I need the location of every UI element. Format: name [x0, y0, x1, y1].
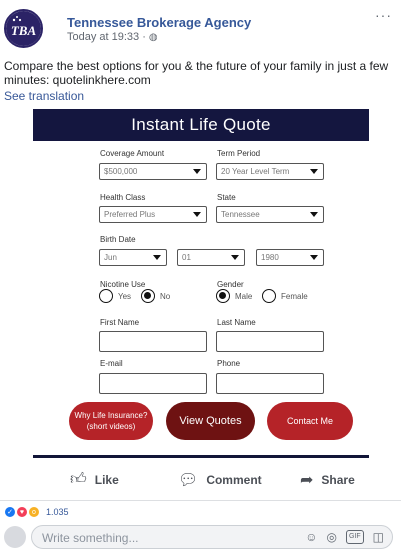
contact-me-button[interactable]: Contact Me — [267, 402, 353, 440]
more-options-button[interactable]: ··· — [375, 7, 392, 23]
love-reaction-icon: ♥ — [16, 506, 28, 518]
first-name-field[interactable] — [99, 331, 207, 352]
reaction-count: 1.035 — [46, 507, 69, 517]
like-reaction-icon: ✓ — [4, 506, 16, 518]
first-name-label: First Name — [100, 318, 140, 327]
comment-label: Comment — [206, 473, 262, 487]
birth-day-value: 01 — [182, 253, 191, 262]
chevron-down-icon — [231, 255, 239, 260]
post-header: TBA Tennessee Brokerage Agency Today at … — [4, 7, 401, 49]
no-label: No — [160, 291, 171, 301]
comment-input[interactable]: Write something... ☺ ◎ GIF ◫ — [31, 525, 393, 549]
tba-logo-icon: TBA — [6, 11, 41, 46]
chevron-down-icon — [310, 255, 318, 260]
comment-icons: ☺ ◎ GIF ◫ — [305, 530, 384, 544]
gender-label: Gender — [217, 280, 244, 289]
phone-field[interactable] — [216, 373, 324, 394]
share-button[interactable]: ➦ Share — [300, 470, 355, 490]
comment-placeholder: Write something... — [42, 531, 139, 545]
last-name-label: Last Name — [217, 318, 256, 327]
comment-icon: 💬︎ — [178, 472, 199, 489]
post-timestamp[interactable]: Today at 19:33 · — [67, 31, 146, 43]
thumbs-up-icon: 👍︎ — [70, 471, 87, 488]
share-label: Share — [321, 473, 355, 487]
globe-icon: ◍ — [148, 31, 158, 43]
nicotine-yes-option[interactable]: Yes — [99, 289, 131, 303]
chevron-down-icon — [153, 255, 161, 260]
page-name-link[interactable]: Tennessee Brokerage Agency — [67, 15, 251, 30]
birth-year-select[interactable]: 1980 — [256, 249, 324, 266]
term-label: Term Period — [217, 149, 261, 158]
state-value: Tennessee — [221, 210, 260, 219]
why-life-insurance-button[interactable]: Why Life Insurance? (short videos) — [69, 402, 153, 440]
radio-yes[interactable] — [99, 289, 113, 303]
nicotine-no-option[interactable]: No — [141, 289, 170, 303]
term-select[interactable]: 20 Year Level Term — [216, 163, 324, 180]
birth-day-select[interactable]: 01 — [177, 249, 245, 266]
logo-text: TBA — [11, 23, 37, 38]
state-label: State — [217, 193, 236, 202]
email-field[interactable] — [99, 373, 207, 394]
emoji-icon[interactable]: ☺ — [305, 530, 317, 544]
comment-button[interactable]: 💬︎ Comment — [178, 470, 262, 490]
quote-widget[interactable]: Instant Life Quote Coverage Amount $500,… — [33, 109, 369, 458]
female-label: Female — [281, 291, 308, 301]
coverage-value: $500,000 — [104, 167, 138, 176]
health-label: Health Class — [100, 193, 146, 202]
male-label: Male — [235, 291, 253, 301]
birth-date-label: Birth Date — [100, 235, 136, 244]
coverage-label: Coverage Amount — [100, 149, 165, 158]
chevron-down-icon — [193, 212, 201, 217]
reactions-summary[interactable]: ✓ ♥ o 1.035 — [4, 506, 69, 518]
birth-year-value: 1980 — [261, 253, 279, 262]
chevron-down-icon — [310, 169, 318, 174]
radio-female[interactable] — [262, 289, 276, 303]
comment-composer: Write something... ☺ ◎ GIF ◫ — [4, 525, 401, 549]
camera-icon[interactable]: ◎ — [327, 530, 337, 544]
see-translation-link[interactable]: See translation — [4, 89, 84, 103]
coverage-select[interactable]: $500,000 — [99, 163, 207, 180]
chevron-down-icon — [310, 212, 318, 217]
state-select[interactable]: Tennessee — [216, 206, 324, 223]
radio-male[interactable] — [216, 289, 230, 303]
gif-icon[interactable]: GIF — [345, 530, 364, 544]
page-logo[interactable]: TBA — [4, 9, 43, 48]
share-icon: ➦ — [300, 472, 314, 489]
nicotine-label: Nicotine Use — [100, 280, 146, 289]
phone-label: Phone — [217, 359, 241, 368]
health-select[interactable]: Preferred Plus — [99, 206, 207, 223]
view-quotes-button[interactable]: View Quotes — [166, 402, 255, 440]
sticker-icon[interactable]: ◫ — [373, 530, 384, 544]
yes-label: Yes — [118, 291, 132, 301]
like-button[interactable]: 👍︎ Like — [70, 470, 119, 489]
divider — [0, 500, 401, 501]
why-button-line2: (short videos) — [86, 422, 136, 431]
why-button-line1: Why Life Insurance? — [74, 411, 148, 420]
wow-reaction-icon: o — [28, 506, 40, 518]
birth-month-value: Jun — [104, 253, 117, 262]
last-name-field[interactable] — [216, 331, 324, 352]
post-actions: 👍︎ Like 💬︎ Comment ➦ Share — [0, 470, 401, 494]
avatar — [4, 526, 26, 548]
birth-month-select[interactable]: Jun — [99, 249, 167, 266]
gender-female-option[interactable]: Female — [262, 289, 308, 303]
chevron-down-icon — [193, 169, 201, 174]
email-label: E-mail — [100, 359, 123, 368]
like-label: Like — [94, 472, 119, 487]
quote-title: Instant Life Quote — [33, 109, 369, 141]
post-meta: Today at 19:33 · ◍ — [67, 31, 158, 43]
gender-male-option[interactable]: Male — [216, 289, 252, 303]
health-value: Preferred Plus — [104, 210, 156, 219]
post-text: Compare the best options for you & the f… — [4, 59, 389, 87]
term-value: 20 Year Level Term — [221, 167, 290, 176]
radio-no[interactable] — [141, 289, 155, 303]
